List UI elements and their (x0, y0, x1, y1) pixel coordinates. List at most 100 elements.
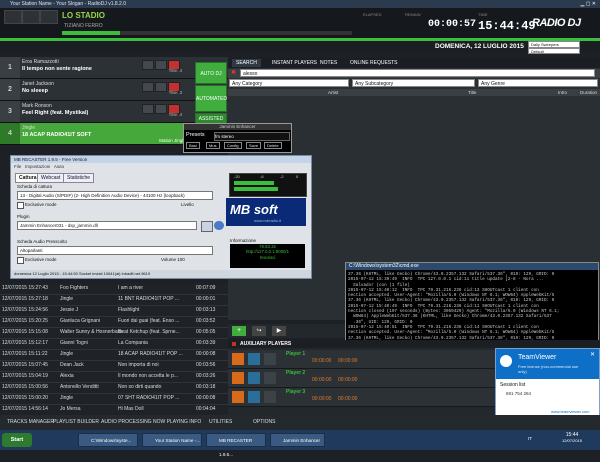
mus-button[interactable]: Mus (206, 142, 220, 149)
aux-loop-button[interactable] (264, 372, 276, 384)
tab-webcast[interactable]: Webcast (37, 173, 65, 183)
aux-loop-button[interactable] (264, 391, 276, 403)
player-meta: Title: 4 (168, 112, 182, 117)
vu-tick: 0 (296, 174, 299, 179)
jammin-title: Jammin Enhancer (184, 124, 291, 130)
tv-session-id[interactable]: 691 754 284 (506, 391, 531, 396)
basic-button[interactable]: Basi (186, 142, 200, 149)
task-jammin[interactable]: Jammin Enhancer (270, 433, 325, 447)
player-title: No sleeep (22, 88, 48, 94)
player-3[interactable]: 3 Mark Ronson Feel Right (feat. Mystikal… (0, 101, 228, 123)
genre-select[interactable]: Any Genre (478, 79, 598, 87)
config-button[interactable]: Config (224, 142, 242, 149)
history-title: Non so dirti quando (118, 384, 162, 390)
vu-bar-left (234, 181, 274, 185)
aux-time-1: 00:00:00 (312, 358, 332, 364)
capture-device-select[interactable]: 13 - Digital Audio (S/PDIF) (2- High Def… (17, 191, 213, 200)
mb-menu: File Impostazioni Aiuto (14, 164, 64, 169)
player-4[interactable]: 4 Jingle 18 ACAP RADIO41IT SOFT Station … (0, 123, 190, 145)
aux-stop-button[interactable] (232, 372, 244, 384)
tab-tracks-manager[interactable]: TRACKS MANAGER (4, 415, 57, 430)
insert-icon[interactable]: ↪ (252, 326, 266, 336)
close-icon[interactable]: ✕ (590, 351, 595, 358)
col-duration[interactable]: Duration (580, 89, 597, 96)
start-button[interactable]: Start (2, 433, 32, 447)
col-artist[interactable]: Artist (328, 89, 338, 96)
menu-help[interactable]: Aiuto (54, 164, 64, 169)
plugin-refresh-icon[interactable] (214, 221, 224, 230)
history-artist: Jingle (60, 351, 74, 357)
history-date: 12/07/2015 15:00:20 (2, 395, 48, 401)
aux-play-button[interactable] (248, 391, 260, 403)
task-mb-recaster[interactable]: MB RECASTER 1.9.5... (206, 433, 266, 457)
profile-dropdown[interactable]: Default (528, 48, 580, 54)
clear-icon[interactable]: ✖ (231, 69, 236, 76)
playback-exclusive-checkbox[interactable] (17, 257, 24, 264)
pause-button[interactable] (155, 104, 167, 114)
teamviewer-icon (500, 355, 512, 367)
subcategory-select[interactable]: Any Subcategory (352, 79, 475, 87)
info-panel: 78.83.32 http://127.0.0.1:8000/1 Inseris… (230, 244, 305, 268)
save-button[interactable]: Save (246, 142, 262, 149)
autodj-button[interactable]: AUTO DJ (195, 62, 227, 84)
col-intro[interactable]: Intro (558, 89, 567, 96)
history-date: 12/07/2015 15:04:19 (2, 373, 48, 379)
pause-button[interactable] (155, 82, 167, 92)
progress-bar (62, 31, 352, 35)
tab-options[interactable]: OPTIONS (250, 415, 279, 430)
tab-instant-players[interactable]: INSTANT PLAYERS (268, 59, 321, 67)
tab-now-playing-info[interactable]: NOW PLAYING INFO (150, 415, 204, 430)
sweeper-dropdown[interactable]: Daily Sweepers (528, 41, 580, 48)
aux-loop-button[interactable] (264, 353, 276, 365)
tv-header: TeamViewer Free license (non-commercial … (496, 349, 599, 379)
player-meta: Title: 3 (168, 90, 182, 95)
exclusive-checkbox[interactable] (17, 202, 24, 209)
language-indicator[interactable]: IT (528, 436, 532, 441)
playback-select[interactable]: Altoparlanti (17, 246, 213, 255)
aux-player-label: Player 2 (286, 370, 306, 376)
stop-button[interactable] (40, 10, 58, 24)
task-radiodj[interactable]: Your Station Name -... (142, 433, 202, 447)
tab-notes[interactable]: NOTES (316, 59, 341, 67)
window-controls[interactable]: ▁ ▢ ✕ (580, 0, 596, 8)
edit-button[interactable] (142, 104, 154, 114)
edit-button[interactable] (142, 82, 154, 92)
add-icon[interactable]: + (232, 326, 246, 336)
edit-button[interactable] (142, 60, 154, 70)
player-2[interactable]: 2 Janet Jackson No sleeep Title: 3 (0, 79, 228, 101)
player-number: 2 (0, 79, 20, 100)
presets-select[interactable]: fm stereo (214, 132, 290, 141)
menu-file[interactable]: File (14, 164, 21, 169)
delete-button[interactable]: Delete (264, 142, 282, 149)
info-label: Informazione (230, 238, 257, 243)
play-now-icon[interactable]: ▶ (272, 326, 286, 336)
tray-clock[interactable]: 15:44 12/07/2015 (562, 432, 582, 443)
player-1[interactable]: 1 Eros Ramazzotti Il tempo non sente rag… (0, 57, 228, 79)
tv-link[interactable]: www.teamviewer.com (551, 409, 589, 414)
tab-utilities[interactable]: UTILITIES (206, 415, 235, 430)
menu-settings[interactable]: Impostazioni (25, 164, 50, 169)
tab-search[interactable]: SEARCH (232, 59, 261, 67)
tab-audio-processing[interactable]: AUDIO PROCESSING (98, 415, 155, 430)
category-select[interactable]: Any Category (229, 79, 349, 87)
tab-online-requests[interactable]: ONLINE REQUESTS (346, 59, 402, 67)
search-input[interactable]: alesso (240, 69, 595, 77)
aux-stop-button[interactable] (232, 391, 244, 403)
aux-header: AUXILIARY PLAYERS (228, 340, 600, 348)
aux-player-label: Player 1 (286, 351, 306, 357)
col-title[interactable]: Title (468, 89, 476, 96)
aux-stop-button[interactable] (232, 353, 244, 365)
plugin-select[interactable]: Jammin Enhancer031 - dsp_jammin.dll (17, 221, 197, 230)
tab-statistiche[interactable]: Statistiche (63, 173, 95, 183)
pause-button[interactable] (155, 60, 167, 70)
plugin-config-icon[interactable] (201, 221, 213, 232)
prev-button[interactable] (4, 10, 22, 24)
tab-playlist-builder[interactable]: PLAYLIST BUILDER (50, 415, 102, 430)
aux-play-button[interactable] (248, 372, 260, 384)
history-title: Non importa di noi (118, 362, 159, 368)
history-title: Flashlight (118, 307, 140, 313)
aux-play-button[interactable] (248, 353, 260, 365)
play-button[interactable] (22, 10, 40, 24)
task-cmd[interactable]: C:\Windows\syste... (78, 433, 138, 447)
automated-button[interactable]: AUTOMATED (195, 85, 227, 112)
